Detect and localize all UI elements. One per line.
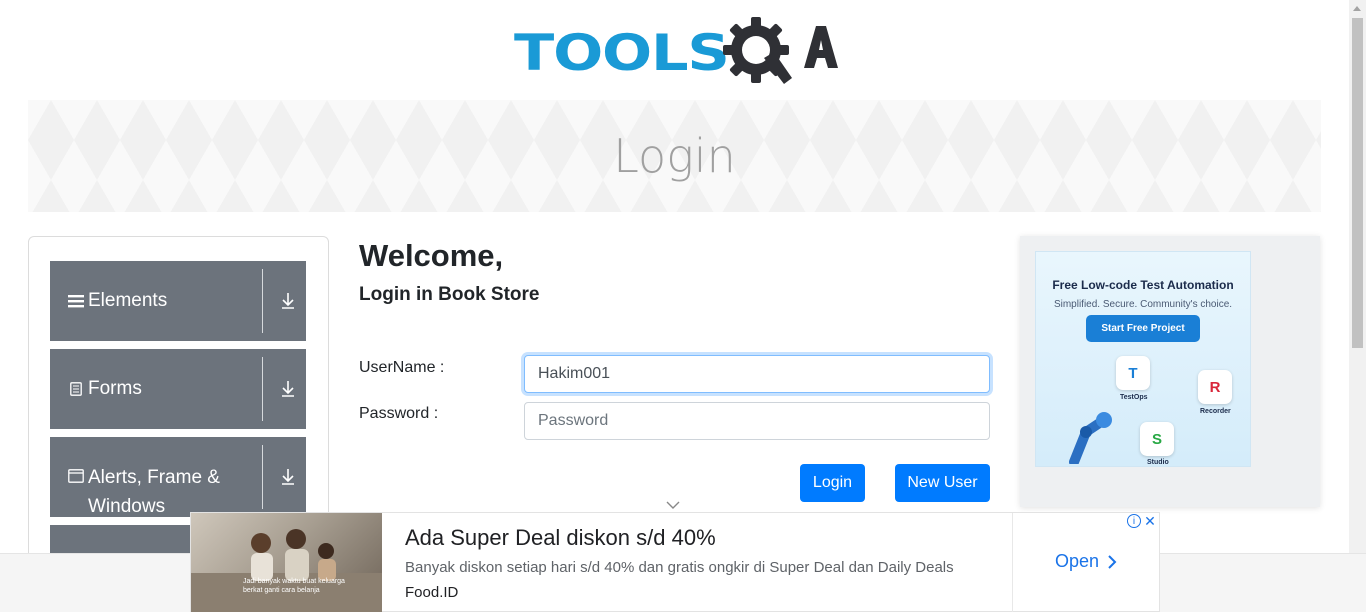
ad-subline: Simplified. Secure. Community's choice. xyxy=(1053,299,1233,310)
ad-open-button[interactable]: Open xyxy=(1055,551,1117,572)
ad-open-label: Open xyxy=(1055,551,1100,571)
adchoices[interactable]: i ✕ xyxy=(1127,513,1157,529)
hamburger-icon xyxy=(67,294,84,308)
ad-label-recorder: Recorder xyxy=(1200,408,1231,415)
ad-separator xyxy=(1012,513,1013,612)
info-icon[interactable]: i xyxy=(1127,514,1141,528)
divider xyxy=(262,357,263,421)
family-photo-image xyxy=(191,529,382,612)
sidebar-group-title: Elements xyxy=(67,261,167,341)
download-arrow-icon[interactable] xyxy=(280,437,296,517)
sidebar-group-label: Forms xyxy=(88,378,142,399)
ad-headline[interactable]: Ada Super Deal diskon s/d 40% xyxy=(405,525,716,551)
username-input[interactable] xyxy=(524,355,990,393)
ad-advertiser: Food.ID xyxy=(405,584,459,601)
robot-arm-icon xyxy=(1069,412,1112,464)
right-advertisement[interactable]: Free Low-code Test Automation Simplified… xyxy=(1020,236,1320,507)
login-button[interactable]: Login xyxy=(800,464,865,502)
recorder-icon: R xyxy=(1198,370,1232,404)
password-label: Password : xyxy=(359,405,439,422)
logo-gear-icon xyxy=(723,17,838,84)
divider xyxy=(262,445,263,509)
ad-label-studio: Studio xyxy=(1147,459,1169,466)
ad-creative[interactable]: Free Low-code Test Automation Simplified… xyxy=(1035,251,1251,467)
scroll-up-icon[interactable] xyxy=(1353,6,1361,11)
ad-photo[interactable]: Jadi banyak waktu buat keluarga berkat g… xyxy=(191,513,382,612)
studio-icon: S xyxy=(1140,422,1174,456)
sidebar-group-title: Forms xyxy=(67,349,142,429)
divider xyxy=(262,269,263,333)
page: TOOLS Login Elements Forms Alerts, Frame… xyxy=(0,0,1366,612)
logo-tools-text: TOOLS xyxy=(514,24,730,82)
new-user-button[interactable]: New User xyxy=(895,464,990,502)
ad-photo-caption: Jadi banyak waktu buat keluarga berkat g… xyxy=(243,578,345,594)
welcome-heading: Welcome, xyxy=(359,238,504,273)
close-icon[interactable]: ✕ xyxy=(1143,513,1157,529)
username-label: UserName : xyxy=(359,359,445,376)
page-title: Login xyxy=(613,129,736,183)
page-banner: Login xyxy=(28,100,1321,212)
sidebar-group-label: Elements xyxy=(88,290,168,311)
testops-icon: T xyxy=(1116,356,1150,390)
download-arrow-icon[interactable] xyxy=(280,349,296,429)
sidebar-group-alerts[interactable]: Alerts, Frame & Windows xyxy=(50,437,306,517)
download-arrow-icon[interactable] xyxy=(280,261,296,341)
window-icon xyxy=(67,469,84,483)
vertical-scrollbar[interactable] xyxy=(1349,0,1366,553)
sidebar-group-forms[interactable]: Forms xyxy=(50,349,306,429)
ad-headline: Free Low-code Test Automation xyxy=(1052,278,1234,292)
password-input[interactable] xyxy=(524,402,990,440)
toolsqa-logo[interactable]: TOOLS xyxy=(514,14,838,92)
document-icon xyxy=(67,382,84,396)
chevron-right-icon xyxy=(1108,554,1117,569)
login-subtitle: Login in Book Store xyxy=(359,284,540,305)
scrollbar-thumb[interactable] xyxy=(1352,18,1363,348)
bottom-advertisement[interactable]: Jadi banyak waktu buat keluarga berkat g… xyxy=(190,512,1160,612)
sidebar-group-elements[interactable]: Elements xyxy=(50,261,306,341)
ad-start-button[interactable]: Start Free Project xyxy=(1086,315,1200,342)
ad-label-testops: TestOps xyxy=(1120,394,1148,401)
ad-description: Banyak diskon setiap hari s/d 40% dan gr… xyxy=(405,559,954,576)
